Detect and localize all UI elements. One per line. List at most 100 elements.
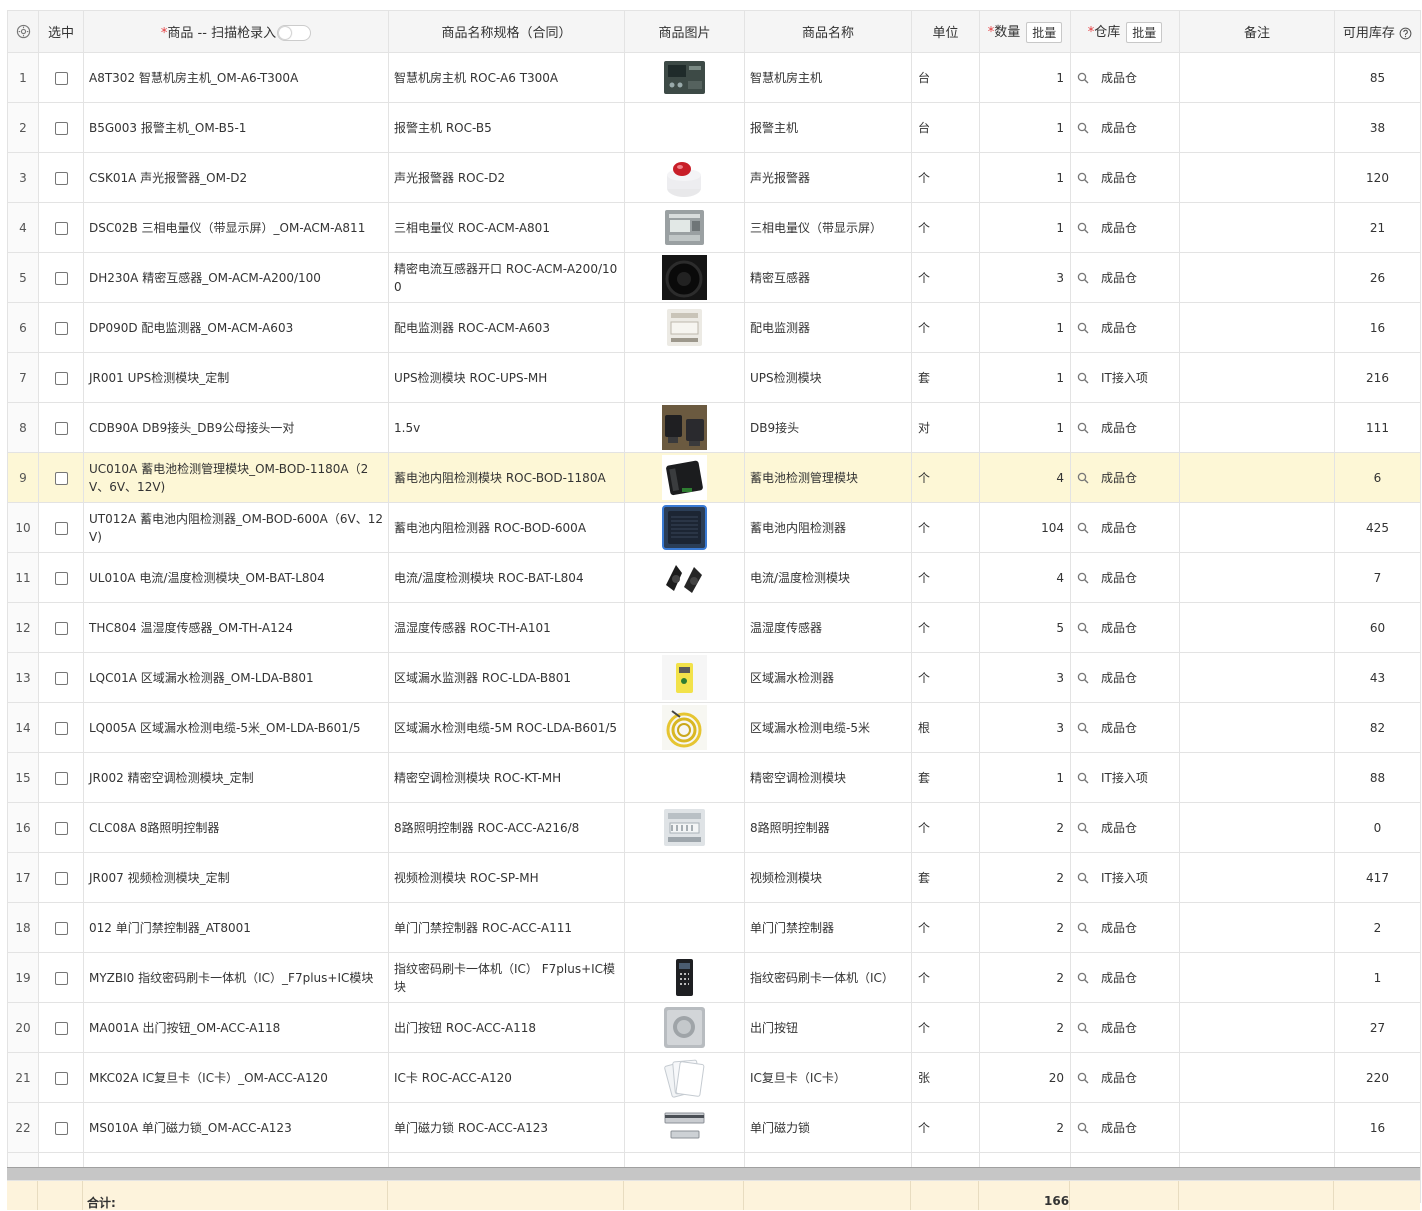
row-select-cell[interactable]	[38, 902, 84, 953]
search-icon[interactable]	[1077, 1122, 1089, 1134]
row-checkbox[interactable]	[54, 621, 68, 635]
name-cell[interactable]: 视频检测模块	[744, 852, 912, 903]
quantity-cell[interactable]: 5	[979, 602, 1071, 653]
column-settings-header[interactable]	[7, 10, 39, 53]
quantity-cell[interactable]: 2	[979, 852, 1071, 903]
table-row[interactable]: 6 DP090D 配电监测器_OM-ACM-A603 配电监测器 ROC-ACM-A…	[7, 302, 1421, 353]
table-row[interactable]: 7 JR001 UPS检测模块_定制 UPS检测模块 ROC-UPS-MH UPS检测…	[7, 352, 1421, 403]
row-select-cell[interactable]	[38, 502, 84, 553]
quantity-cell[interactable]: 2	[979, 1102, 1071, 1153]
search-icon[interactable]	[1077, 372, 1089, 384]
spec-cell[interactable]: 电流/温度检测模块 ROC-BAT-L804	[388, 552, 625, 603]
search-icon[interactable]	[1077, 772, 1089, 784]
product-image[interactable]	[662, 955, 707, 1000]
warehouse-batch-button[interactable]: 批量	[1126, 21, 1163, 43]
row-checkbox[interactable]	[54, 271, 68, 285]
warehouse-cell[interactable]: 成品仓	[1070, 52, 1180, 103]
search-icon[interactable]	[1077, 1022, 1089, 1034]
row-select-cell[interactable]	[38, 802, 84, 853]
table-row[interactable]: 19 MYZBI0 指纹密码刷卡一体机（IC）_F7plus+IC模块 指纹密码刷卡…	[7, 952, 1421, 1003]
row-checkbox[interactable]	[54, 771, 68, 785]
row-select-cell[interactable]	[38, 1002, 84, 1053]
remark-cell[interactable]	[1179, 852, 1335, 903]
search-icon[interactable]	[1077, 872, 1089, 884]
search-icon[interactable]	[1077, 1072, 1089, 1084]
product-image[interactable]	[662, 705, 707, 750]
warehouse-cell[interactable]: 成品仓	[1070, 1052, 1180, 1103]
product-image[interactable]	[662, 155, 707, 200]
table-row[interactable]: 11 UL010A 电流/温度检测模块_OM-BAT-L804 电流/温度检测模块 …	[7, 552, 1421, 603]
product-cell[interactable]: LQC01A 区域漏水检测器_OM-LDA-B801	[83, 652, 389, 703]
product-image[interactable]	[662, 255, 707, 300]
search-icon[interactable]	[1077, 172, 1089, 184]
product-cell[interactable]: B5G003 报警主机_OM-B5-1	[83, 102, 389, 153]
product-cell[interactable]: LQ005A 区域漏水检测电缆-5米_OM-LDA-B601/5	[83, 702, 389, 753]
name-cell[interactable]: 精密互感器	[744, 252, 912, 303]
remark-cell[interactable]	[1179, 952, 1335, 1003]
remark-cell[interactable]	[1179, 602, 1335, 653]
product-cell[interactable]: CLC08A 8路照明控制器	[83, 802, 389, 853]
row-checkbox[interactable]	[54, 971, 68, 985]
table-row[interactable]: 10 UT012A 蓄电池内阻检测器_OM-BOD-600A（6V、12V) 蓄电池…	[7, 502, 1421, 553]
name-cell[interactable]: 智慧机房主机	[744, 52, 912, 103]
product-image[interactable]	[662, 655, 707, 700]
product-cell[interactable]: CSK01A 声光报警器_OM-D2	[83, 152, 389, 203]
row-select-cell[interactable]	[38, 852, 84, 903]
spec-cell[interactable]: 出门按钮 ROC-ACC-A118	[388, 1002, 625, 1053]
product-cell[interactable]: JR007 视频检测模块_定制	[83, 852, 389, 903]
quantity-cell[interactable]: 1	[979, 752, 1071, 803]
row-select-cell[interactable]	[38, 1102, 84, 1153]
search-icon[interactable]	[1077, 72, 1089, 84]
warehouse-cell[interactable]: IT接入项	[1070, 752, 1180, 803]
remark-cell[interactable]	[1179, 52, 1335, 103]
table-row[interactable]: 18 012 单门门禁控制器_AT8001 单门门禁控制器 ROC-ACC-A111…	[7, 902, 1421, 953]
table-row[interactable]: 8 CDB90A DB9接头_DB9公母接头一对 1.5v DB9接头对 1 成品仓 111	[7, 402, 1421, 453]
quantity-cell[interactable]: 104	[979, 502, 1071, 553]
product-image[interactable]	[662, 1105, 707, 1150]
row-select-cell[interactable]	[38, 52, 84, 103]
warehouse-cell[interactable]: 成品仓	[1070, 152, 1180, 203]
spec-cell[interactable]: 视频检测模块 ROC-SP-MH	[388, 852, 625, 903]
row-select-cell[interactable]	[38, 652, 84, 703]
product-image[interactable]	[662, 805, 707, 850]
quantity-cell[interactable]: 1	[979, 152, 1071, 203]
table-row[interactable]: 12 THC804 温湿度传感器_OM-TH-A124 温湿度传感器 ROC-TH-…	[7, 602, 1421, 653]
quantity-cell[interactable]: 3	[979, 702, 1071, 753]
spec-cell[interactable]: 智慧机房主机 ROC-A6 T300A	[388, 52, 625, 103]
remark-cell[interactable]	[1179, 1052, 1335, 1103]
spec-cell[interactable]: 单门门禁控制器 ROC-ACC-A111	[388, 902, 625, 953]
table-row[interactable]: 17 JR007 视频检测模块_定制 视频检测模块 ROC-SP-MH 视频检测模块套…	[7, 852, 1421, 903]
spec-cell[interactable]: 精密电流互感器开口 ROC-ACM-A200/100	[388, 252, 625, 303]
row-checkbox[interactable]	[54, 721, 68, 735]
remark-cell[interactable]	[1179, 152, 1335, 203]
search-icon[interactable]	[1077, 622, 1089, 634]
product-image[interactable]	[662, 1055, 707, 1100]
product-image[interactable]	[662, 455, 707, 500]
product-cell[interactable]: DP090D 配电监测器_OM-ACM-A603	[83, 302, 389, 353]
product-image[interactable]	[662, 505, 707, 550]
row-select-cell[interactable]	[38, 752, 84, 803]
remark-cell[interactable]	[1179, 1002, 1335, 1053]
search-icon[interactable]	[1077, 522, 1089, 534]
row-checkbox[interactable]	[54, 671, 68, 685]
remark-cell[interactable]	[1179, 302, 1335, 353]
row-checkbox[interactable]	[54, 1021, 68, 1035]
warehouse-cell[interactable]: 成品仓	[1070, 602, 1180, 653]
warehouse-cell[interactable]: 成品仓	[1070, 702, 1180, 753]
row-checkbox[interactable]	[54, 821, 68, 835]
product-image[interactable]	[662, 205, 707, 250]
quantity-cell[interactable]: 4	[979, 552, 1071, 603]
remark-cell[interactable]	[1179, 252, 1335, 303]
quantity-cell[interactable]: 1	[979, 302, 1071, 353]
product-cell[interactable]: MS010A 单门磁力锁_OM-ACC-A123	[83, 1102, 389, 1153]
row-checkbox[interactable]	[54, 471, 68, 485]
product-cell[interactable]: DH230A 精密互感器_OM-ACM-A200/100	[83, 252, 389, 303]
row-checkbox[interactable]	[54, 71, 68, 85]
quantity-cell[interactable]: 1	[979, 202, 1071, 253]
table-row[interactable]: 22 MS010A 单门磁力锁_OM-ACC-A123 单门磁力锁 ROC-ACC-…	[7, 1102, 1421, 1153]
row-checkbox[interactable]	[54, 121, 68, 135]
row-select-cell[interactable]	[38, 952, 84, 1003]
search-icon[interactable]	[1077, 222, 1089, 234]
name-cell[interactable]: 声光报警器	[744, 152, 912, 203]
warehouse-cell[interactable]: 成品仓	[1070, 402, 1180, 453]
